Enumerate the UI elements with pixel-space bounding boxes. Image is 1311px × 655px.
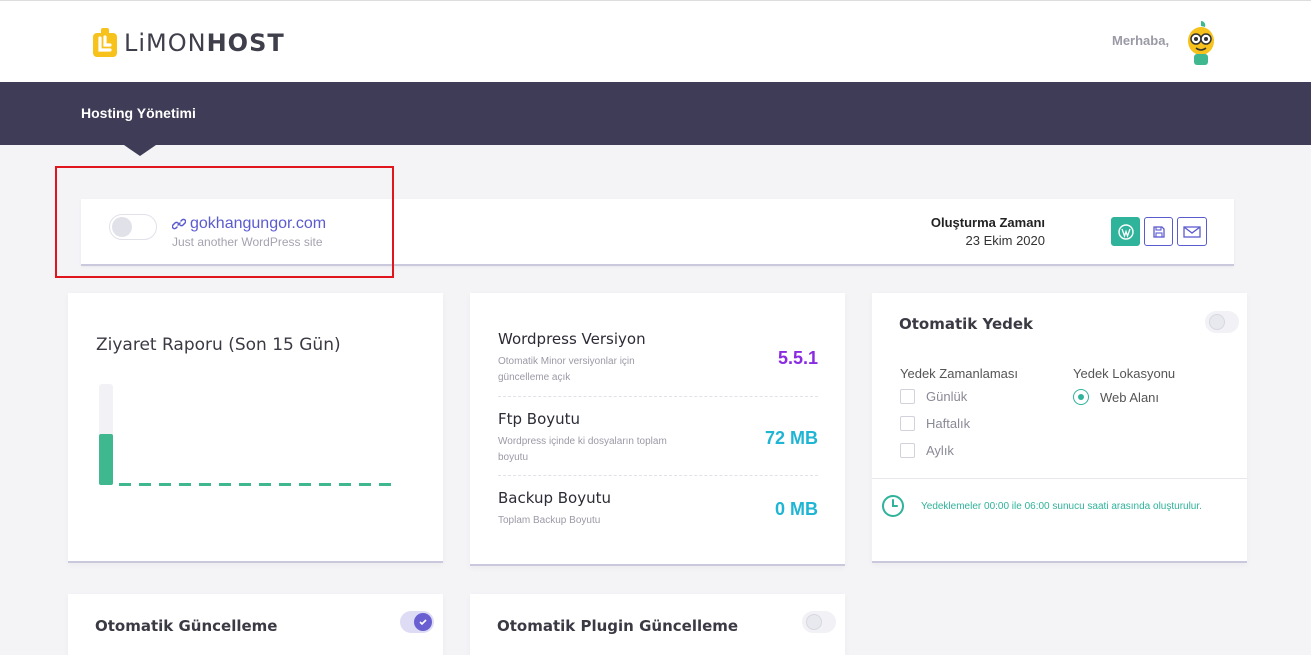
- info-desc: Otomatik Minor versiyonlar için güncelle…: [498, 356, 635, 383]
- toggle-knob: [806, 614, 822, 630]
- chart-bar-zero: [239, 483, 251, 486]
- chart-bar-zero: [299, 483, 311, 486]
- chart-bar-zero: [279, 483, 291, 486]
- chart-bar-zero: [119, 483, 131, 486]
- checkbox-label: Günlük: [926, 389, 968, 404]
- backup-note: Yedeklemeler 00:00 ile 06:00 sunucu saat…: [921, 501, 1202, 512]
- visit-report-card: Ziyaret Raporu (Son 15 Gün): [68, 293, 443, 563]
- info-row-version: Wordpress Versiyon Otomatik Minor versiy…: [498, 330, 818, 386]
- brand-logo[interactable]: LiMONHOST: [92, 27, 285, 59]
- schedule-weekly-checkbox[interactable]: Haftalık: [900, 416, 970, 431]
- chart-bar-zero: [139, 483, 151, 486]
- info-row-backup: Backup Boyutu Toplam Backup Boyutu 0 MB: [498, 489, 818, 529]
- info-title: Backup Boyutu: [498, 489, 611, 507]
- nav-item-hosting[interactable]: Hosting Yönetimi: [81, 105, 196, 121]
- wordpress-button[interactable]: [1111, 217, 1140, 246]
- auto-update-title: Otomatik Güncelleme: [95, 617, 278, 635]
- auto-backup-card: Otomatik Yedek Yedek Zamanlaması Yedek L…: [872, 293, 1247, 563]
- check-icon: [419, 619, 427, 626]
- toggle-knob: [414, 613, 432, 631]
- info-desc: Toplam Backup Boyutu: [498, 515, 601, 526]
- chart-bar-zero: [219, 483, 231, 486]
- logo-icon: [93, 28, 117, 57]
- chart-bar-zero: [259, 483, 271, 486]
- info-title: Ftp Boyutu: [498, 410, 581, 428]
- highlight-box: [55, 166, 394, 278]
- schedule-daily-checkbox[interactable]: Günlük: [900, 389, 967, 404]
- plugin-update-title: Otomatik Plugin Güncelleme: [497, 617, 739, 635]
- chart-bar-zero: [359, 483, 371, 486]
- info-desc: Wordpress içinde ki dosyaların toplam bo…: [498, 436, 667, 463]
- wordpress-icon: [1117, 223, 1134, 240]
- plugin-update-card: Otomatik Plugin Güncelleme: [470, 594, 845, 655]
- chart-bar-zero: [159, 483, 171, 486]
- avatar[interactable]: [1181, 19, 1221, 67]
- chart-bar: [99, 434, 113, 485]
- visit-report-title: Ziyaret Raporu (Son 15 Gün): [96, 335, 341, 355]
- clock-icon: [882, 495, 904, 517]
- divider: [498, 396, 818, 397]
- info-row-ftp: Ftp Boyutu Wordpress içinde ki dosyaları…: [498, 410, 818, 466]
- info-title: Wordpress Versiyon: [498, 330, 646, 348]
- backup-title: Otomatik Yedek: [899, 315, 1034, 333]
- plugin-update-toggle[interactable]: [802, 611, 836, 633]
- radio-label: Web Alanı: [1100, 389, 1160, 405]
- auto-update-toggle[interactable]: [400, 611, 434, 633]
- nav-active-caret: [124, 145, 156, 156]
- radio-dot: [1073, 389, 1089, 405]
- checkbox-label: Haftalık: [926, 416, 971, 431]
- logo-text-part2: HOST: [206, 29, 285, 57]
- greeting-text: Merhaba,: [1112, 33, 1170, 48]
- checkbox-box: [900, 389, 915, 404]
- top-header: LiMONHOST Merhaba,: [0, 0, 1311, 82]
- auto-update-card: Otomatik Güncelleme: [68, 594, 443, 655]
- mail-icon: [1183, 225, 1201, 238]
- save-icon: [1152, 225, 1165, 238]
- created-date: 23 Ekim 2020: [965, 233, 1046, 248]
- info-value: 0 MB: [774, 499, 818, 519]
- divider: [872, 478, 1247, 479]
- chart-bar-zero: [179, 483, 191, 486]
- backup-toggle[interactable]: [1205, 311, 1239, 333]
- info-value: 72 MB: [764, 428, 818, 448]
- location-webspace-radio[interactable]: Web Alanı: [1073, 389, 1159, 405]
- save-button[interactable]: [1144, 217, 1173, 246]
- divider: [498, 475, 818, 476]
- location-label: Yedek Lokasyonu: [1073, 366, 1176, 381]
- checkbox-box: [900, 416, 915, 431]
- toggle-knob: [1209, 314, 1225, 330]
- schedule-monthly-checkbox[interactable]: Aylık: [900, 443, 954, 458]
- checkbox-label: Aylık: [926, 443, 954, 458]
- main-navbar: Hosting Yönetimi: [0, 82, 1311, 145]
- checkbox-box: [900, 443, 915, 458]
- mail-button[interactable]: [1177, 217, 1207, 246]
- info-value: 5.5.1: [777, 348, 818, 368]
- chart-bar-zero: [319, 483, 331, 486]
- schedule-label: Yedek Zamanlaması: [900, 366, 1019, 381]
- created-label: Oluşturma Zamanı: [930, 215, 1045, 230]
- wordpress-info-card: Wordpress Versiyon Otomatik Minor versiy…: [470, 293, 845, 566]
- chart-bar-zero: [199, 483, 211, 486]
- chart-bar-zero: [379, 483, 391, 486]
- chart-bar-zero: [339, 483, 351, 486]
- logo-text-part1: LiMON: [124, 29, 207, 57]
